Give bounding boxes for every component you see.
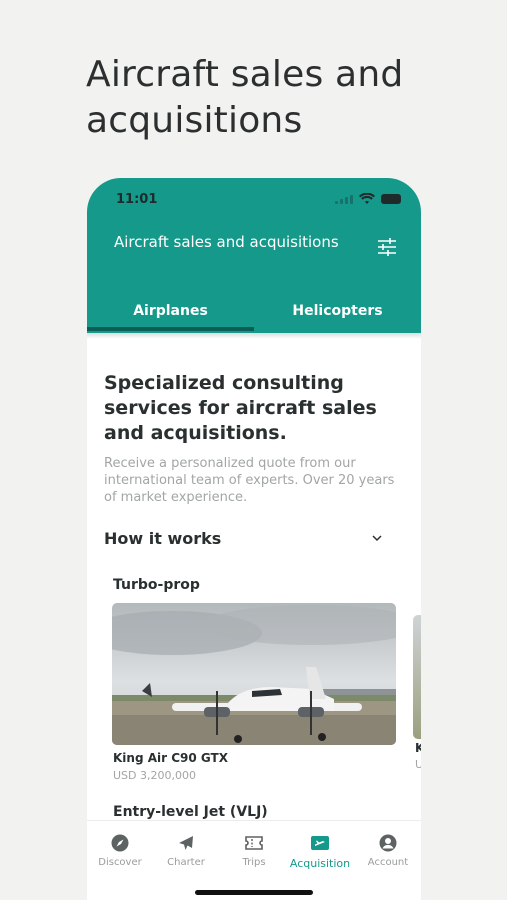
page-headline: Aircraft sales and acquisitions [86, 54, 404, 141]
acquisition-plane-icon [311, 836, 329, 850]
nav-label-acquisition: Acquisition [289, 857, 351, 870]
section-title-turbo-prop: Turbo-prop [113, 577, 200, 593]
aircraft-card-image-partial[interactable] [413, 615, 421, 739]
nav-label-discover: Discover [98, 857, 142, 868]
hero-title: Specialized consulting services for airc… [104, 372, 377, 444]
airplane-icon [179, 836, 193, 850]
status-icons [335, 193, 401, 205]
nav-discover[interactable]: Discover [87, 833, 153, 868]
nav-trips[interactable]: Trips [221, 833, 287, 868]
nav-label-trips: Trips [242, 857, 266, 868]
tab-airplanes[interactable]: Airplanes [87, 303, 254, 319]
home-indicator [195, 890, 313, 895]
phone-screen: 11:01 Aircraft sales and acquisitions Ai… [87, 178, 421, 900]
hero-description: Receive a personalized quote from our in… [104, 456, 395, 505]
compass-icon [111, 834, 129, 852]
tab-helicopters[interactable]: Helicopters [254, 303, 421, 319]
aircraft-price: USD 3,200,000 [113, 769, 196, 782]
how-it-works-toggle[interactable]: How it works [104, 526, 384, 550]
aircraft-name-partial: K [415, 741, 421, 755]
user-icon [379, 834, 397, 852]
nav-acquisition[interactable]: Acquisition [287, 833, 353, 870]
active-tab-indicator [87, 327, 254, 331]
cellular-signal-icon [335, 194, 353, 204]
nav-label-charter: Charter [167, 857, 205, 868]
section-title-entry-level-jet: Entry-level Jet (VLJ) [113, 804, 268, 820]
aircraft-card-image[interactable] [112, 603, 396, 745]
how-it-works-label: How it works [104, 528, 222, 548]
battery-icon [381, 194, 401, 204]
app-bar-shadow [87, 333, 421, 339]
wifi-icon [359, 193, 375, 204]
chevron-down-icon [372, 535, 382, 542]
nav-label-account: Account [367, 857, 409, 868]
bottom-navigation: Discover Charter Trips Acquisition Accou… [87, 820, 421, 900]
nav-charter[interactable]: Charter [153, 833, 219, 868]
app-bar-title: Aircraft sales and acquisitions [114, 233, 339, 251]
aircraft-name: King Air C90 GTX [113, 751, 228, 765]
status-time: 11:01 [116, 192, 158, 207]
ticket-icon [245, 836, 263, 850]
aircraft-price-partial: U [415, 758, 421, 771]
nav-account[interactable]: Account [355, 833, 421, 868]
app-bar: 11:01 Aircraft sales and acquisitions Ai… [87, 178, 421, 333]
sliders-icon[interactable] [377, 238, 397, 256]
